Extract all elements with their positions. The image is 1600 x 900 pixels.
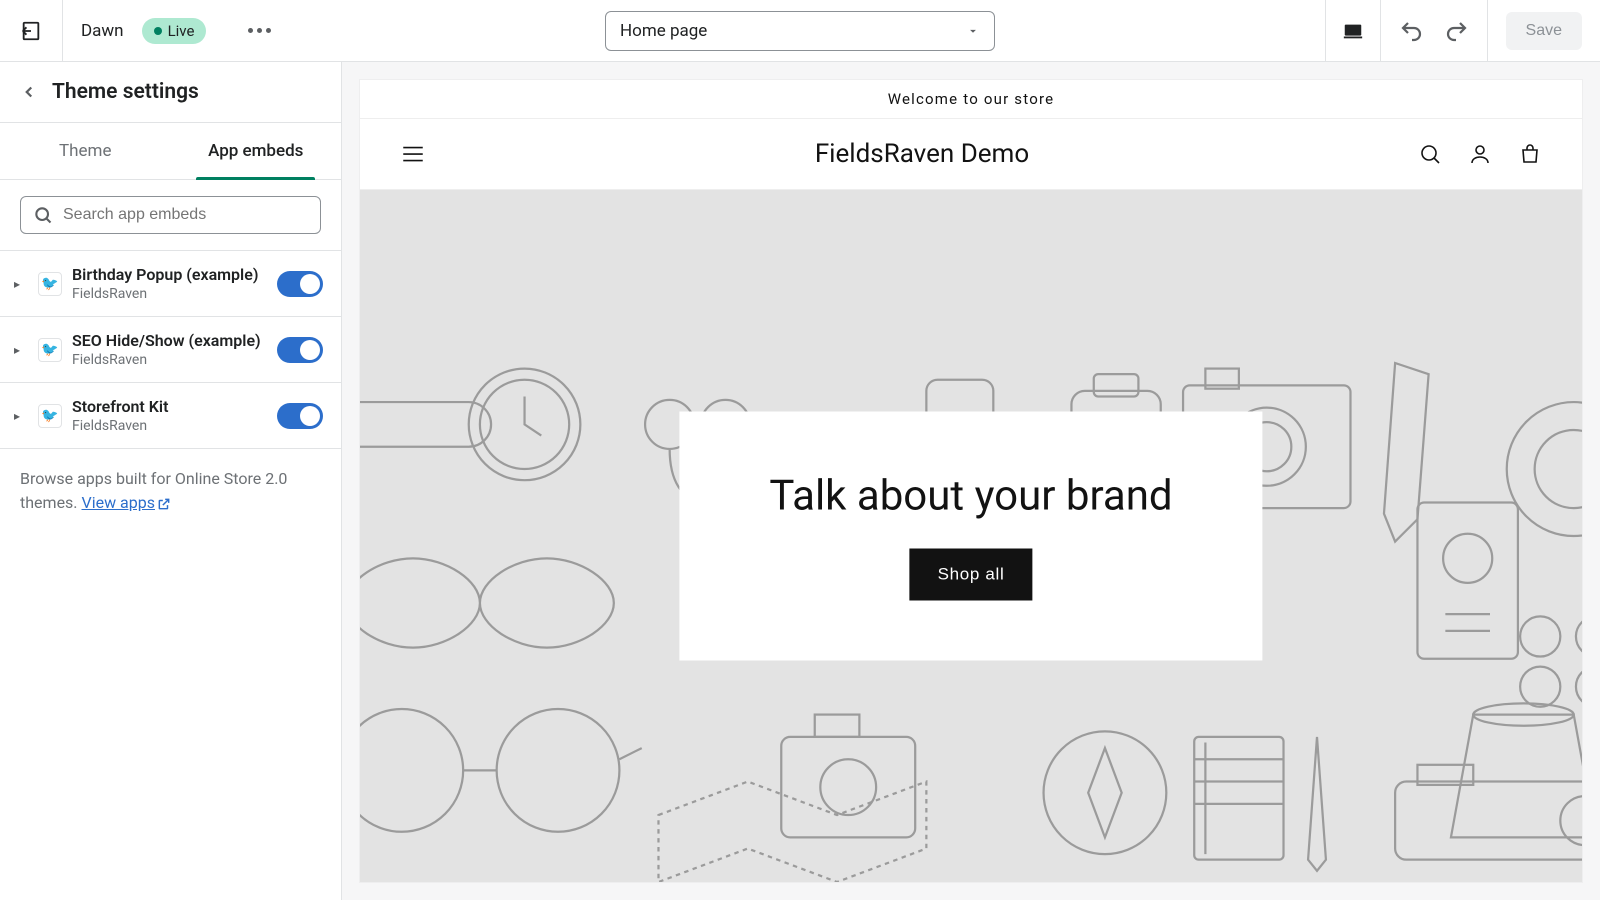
app-icon: 🐦	[38, 272, 62, 296]
account-icon[interactable]	[1468, 142, 1492, 166]
page-selector-label: Home page	[620, 21, 707, 41]
store-header: FieldsRaven Demo	[360, 119, 1582, 190]
expand-icon[interactable]: ▸	[14, 409, 28, 423]
hero-banner: Talk about your brand Shop all	[360, 190, 1582, 882]
store-name: FieldsRaven Demo	[815, 139, 1029, 169]
embed-title: SEO Hide/Show (example)	[72, 331, 267, 350]
topbar: Dawn Live Home page Save	[0, 0, 1600, 62]
embed-text: SEO Hide/Show (example) FieldsRaven	[72, 331, 267, 368]
status-label: Live	[168, 22, 195, 40]
status-dot-icon	[154, 27, 162, 35]
search-input[interactable]	[63, 206, 308, 224]
embed-toggle[interactable]	[277, 271, 323, 297]
preview-area: Welcome to our store FieldsRaven Demo	[342, 62, 1600, 900]
topbar-left: Dawn Live	[63, 18, 271, 44]
embed-list: ▸ 🐦 Birthday Popup (example) FieldsRaven…	[0, 250, 341, 449]
hero-title: Talk about your brand	[769, 472, 1172, 521]
view-apps-label: View apps	[82, 493, 155, 512]
sidebar: Theme settings Theme App embeds ▸ 🐦 Birt…	[0, 62, 342, 900]
hero-card: Talk about your brand Shop all	[679, 412, 1262, 661]
theme-name: Dawn	[81, 21, 124, 41]
menu-button[interactable]	[400, 141, 426, 167]
undo-button[interactable]	[1393, 13, 1429, 49]
main: Theme settings Theme App embeds ▸ 🐦 Birt…	[0, 62, 1600, 900]
embed-item: ▸ 🐦 Storefront Kit FieldsRaven	[0, 383, 341, 449]
embed-item: ▸ 🐦 SEO Hide/Show (example) FieldsRaven	[0, 317, 341, 383]
cart-icon[interactable]	[1518, 142, 1542, 166]
viewport-desktop-button[interactable]	[1325, 0, 1380, 62]
topbar-right: Save	[1325, 0, 1600, 62]
search-wrap	[0, 180, 341, 250]
embed-item: ▸ 🐦 Birthday Popup (example) FieldsRaven	[0, 251, 341, 317]
search-icon	[33, 205, 53, 225]
exit-editor-button[interactable]	[0, 0, 63, 62]
search-box[interactable]	[20, 196, 321, 234]
header-icons	[1418, 142, 1542, 166]
embed-title: Birthday Popup (example)	[72, 265, 267, 284]
preview-frame: Welcome to our store FieldsRaven Demo	[360, 80, 1582, 882]
undo-icon	[1399, 19, 1423, 43]
app-icon: 🐦	[38, 404, 62, 428]
embed-title: Storefront Kit	[72, 397, 267, 416]
tab-app-embeds[interactable]: App embeds	[171, 123, 342, 179]
hamburger-icon	[400, 141, 426, 167]
embed-text: Storefront Kit FieldsRaven	[72, 397, 267, 434]
page-selector[interactable]: Home page	[605, 11, 995, 51]
more-actions-button[interactable]	[248, 28, 271, 33]
view-apps-link[interactable]: View apps	[82, 493, 171, 512]
back-icon[interactable]	[20, 83, 38, 101]
embed-toggle[interactable]	[277, 337, 323, 363]
desktop-icon	[1342, 20, 1364, 42]
expand-icon[interactable]: ▸	[14, 277, 28, 291]
caret-down-icon	[966, 24, 980, 38]
sidebar-header: Theme settings	[0, 62, 341, 123]
sidebar-title: Theme settings	[52, 80, 199, 104]
redo-button[interactable]	[1439, 13, 1475, 49]
embed-provider: FieldsRaven	[72, 352, 267, 368]
save-button[interactable]: Save	[1506, 12, 1582, 50]
tab-theme[interactable]: Theme	[0, 123, 171, 179]
status-badge: Live	[142, 18, 207, 44]
embed-provider: FieldsRaven	[72, 418, 267, 434]
hero-cta-button[interactable]: Shop all	[910, 549, 1033, 601]
sidebar-tabs: Theme App embeds	[0, 123, 341, 180]
ellipsis-icon	[248, 28, 271, 33]
browse-apps-text: Browse apps built for Online Store 2.0 t…	[0, 449, 341, 533]
exit-icon	[20, 20, 42, 42]
embed-text: Birthday Popup (example) FieldsRaven	[72, 265, 267, 302]
app-icon: 🐦	[38, 338, 62, 362]
redo-icon	[1445, 19, 1469, 43]
announcement-bar: Welcome to our store	[360, 80, 1582, 119]
embed-toggle[interactable]	[277, 403, 323, 429]
undo-redo-group	[1380, 0, 1488, 62]
external-link-icon	[157, 497, 171, 511]
expand-icon[interactable]: ▸	[14, 343, 28, 357]
search-icon[interactable]	[1418, 142, 1442, 166]
embed-provider: FieldsRaven	[72, 286, 267, 302]
